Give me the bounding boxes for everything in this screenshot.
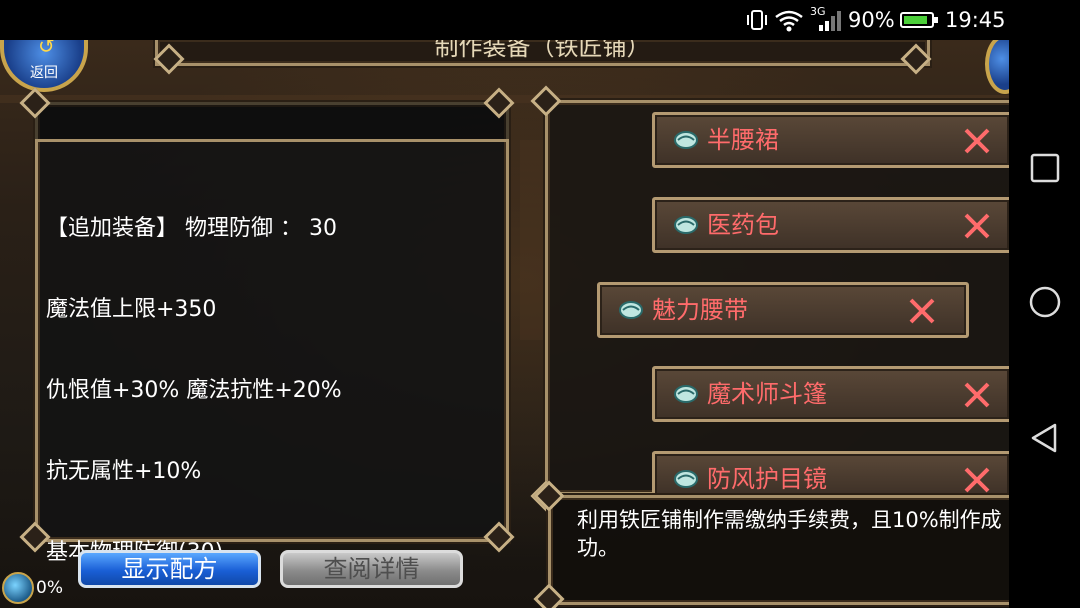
equipment-stats: 【追加装备】 物理防御 ： 30 魔法值上限+350 仇恨值+30% 魔法抗性+… xyxy=(46,161,342,608)
progress-orb-icon xyxy=(2,572,34,604)
recipe-item[interactable]: 医药包 xyxy=(652,197,1009,253)
battery-percent: 90% xyxy=(848,8,895,32)
recent-apps-icon[interactable] xyxy=(1029,152,1061,184)
recipe-item-selected[interactable]: 魅力腰带 xyxy=(597,282,969,338)
stats-panel-header xyxy=(35,102,509,142)
close-x-icon[interactable] xyxy=(963,466,991,494)
info-text: 利用铁匠铺制作需缴纳手续费，且10%制作成功。 xyxy=(577,508,1002,560)
recipe-item[interactable]: 魔术师斗篷 xyxy=(652,366,1009,422)
screen-title: 制作装备（铁匠铺） xyxy=(434,40,651,61)
signal-icon xyxy=(819,11,841,31)
recipe-item[interactable]: 半腰裙 xyxy=(652,112,1009,168)
navigation-bar xyxy=(1009,40,1080,608)
back-arrow-icon: ↺ xyxy=(38,40,55,58)
battery-fill xyxy=(904,16,927,24)
progress-text: 0% xyxy=(36,578,63,598)
scroll-icon xyxy=(674,131,698,149)
wifi-icon xyxy=(775,10,803,32)
clock: 19:45 xyxy=(945,8,1006,32)
close-x-icon[interactable] xyxy=(908,297,936,325)
scroll-icon xyxy=(674,470,698,488)
home-icon[interactable] xyxy=(1029,286,1061,318)
stat-line: 魔法值上限+350 xyxy=(46,297,217,322)
back-button-label: 返回 xyxy=(30,65,58,81)
vibrate-icon xyxy=(747,10,767,30)
title-bar: 制作装备（铁匠铺） xyxy=(155,40,930,66)
stat-line: 抗无属性+10% xyxy=(46,459,202,484)
recipe-name: 魅力腰带 xyxy=(652,296,748,324)
scroll-icon xyxy=(619,301,643,319)
status-bar: 3G 90% 19:45 xyxy=(0,0,1080,40)
back-icon[interactable] xyxy=(1029,422,1061,454)
back-button[interactable]: ↺ 返回 xyxy=(0,40,88,92)
recipe-item[interactable]: 防风护目镜 xyxy=(652,451,1009,495)
stat-line: 【追加装备】 物理防御 ： 30 xyxy=(46,216,337,241)
scroll-icon xyxy=(674,385,698,403)
scroll-icon xyxy=(674,216,698,234)
view-detail-button[interactable]: 查阅详情 xyxy=(280,550,463,588)
game-screen: 制作装备（铁匠铺） ↺ 返回 【追加装备】 物理防御 ： 30 魔法值上限+35… xyxy=(0,40,1009,608)
close-x-icon[interactable] xyxy=(963,127,991,155)
close-x-icon[interactable] xyxy=(963,381,991,409)
stat-line: 仇恨值+30% 魔法抗性+20% xyxy=(46,378,342,403)
menu-orb-button[interactable] xyxy=(985,40,1009,94)
show-recipe-button[interactable]: 显示配方 xyxy=(78,550,261,588)
recipe-name: 半腰裙 xyxy=(707,126,779,154)
close-x-icon[interactable] xyxy=(963,212,991,240)
battery-icon xyxy=(900,12,938,28)
recipe-name: 魔术师斗篷 xyxy=(707,380,827,408)
recipe-name: 医药包 xyxy=(707,211,779,239)
